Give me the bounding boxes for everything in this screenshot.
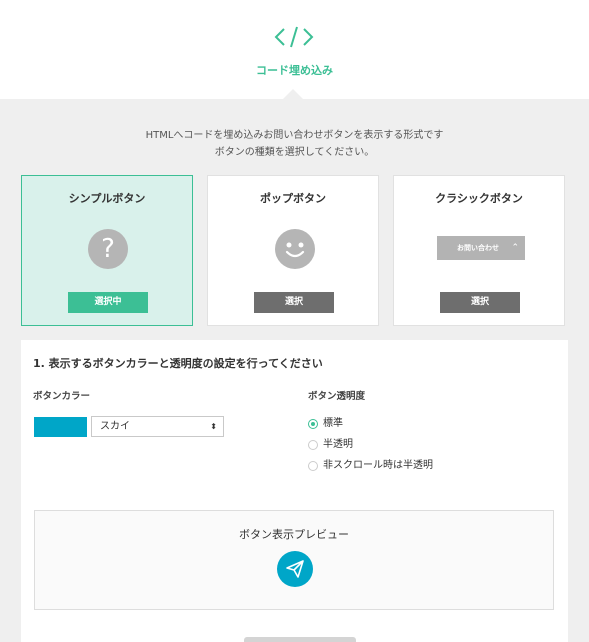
- color-select[interactable]: スカイ ⬍: [91, 416, 224, 437]
- chevron-up-icon: ⌃: [511, 243, 519, 253]
- classic-button-preview: お問い合わせ ⌃: [437, 236, 525, 260]
- paper-plane-icon: [286, 560, 304, 578]
- card-title: シンプルボタン: [68, 192, 146, 205]
- intro-line-2: ボタンの種類を選択してください。: [214, 147, 375, 158]
- select-button[interactable]: 選択: [254, 292, 334, 313]
- header-notch: [282, 89, 304, 100]
- preview-label: ボタン表示プレビュー: [239, 528, 349, 541]
- select-button[interactable]: 選択: [440, 292, 520, 313]
- settings-panel: 1. 表示するボタンカラーと透明度の設定を行ってください ボタンカラー スカイ …: [21, 340, 568, 642]
- card-simple-button[interactable]: シンプルボタン ? 選択中: [21, 175, 193, 326]
- color-select-value: スカイ: [100, 421, 130, 432]
- opacity-label: ボタン透明度: [308, 391, 366, 402]
- preview-box: ボタン表示プレビュー: [34, 510, 554, 610]
- code-icon: [274, 26, 314, 48]
- preview-contact-button[interactable]: [277, 551, 313, 587]
- header: コード埋め込み: [0, 0, 589, 100]
- classic-preview-label: お問い合わせ: [457, 244, 499, 252]
- scroll-indicator: [244, 637, 356, 642]
- radio-unchecked-icon[interactable]: [308, 461, 318, 471]
- smiley-icon: [275, 229, 315, 269]
- radio-label: 非スクロール時は半透明: [323, 460, 433, 471]
- select-arrows-icon: ⬍: [210, 422, 217, 431]
- radio-unchecked-icon[interactable]: [308, 440, 318, 450]
- card-classic-button[interactable]: クラシックボタン お問い合わせ ⌃ 選択: [393, 175, 565, 326]
- select-button[interactable]: 選択中: [68, 292, 148, 313]
- card-title: ポップボタン: [260, 192, 326, 205]
- radio-label: 標準: [323, 418, 343, 429]
- color-swatch[interactable]: [34, 417, 87, 437]
- intro-text: HTMLへコードを埋め込みお問い合わせボタンを表示する形式です ボタンの種類を選…: [0, 127, 589, 161]
- color-label: ボタンカラー: [33, 391, 91, 402]
- card-pop-button[interactable]: ポップボタン 選択: [207, 175, 379, 326]
- card-title: クラシックボタン: [435, 192, 523, 205]
- radio-label: 半透明: [323, 439, 353, 450]
- header-title: コード埋め込み: [256, 64, 333, 77]
- intro-line-1: HTMLへコードを埋め込みお問い合わせボタンを表示する形式です: [145, 130, 444, 141]
- section-title: 1. 表示するボタンカラーと透明度の設定を行ってください: [33, 357, 323, 370]
- question-icon: ?: [88, 229, 128, 269]
- radio-checked-icon[interactable]: [308, 419, 318, 429]
